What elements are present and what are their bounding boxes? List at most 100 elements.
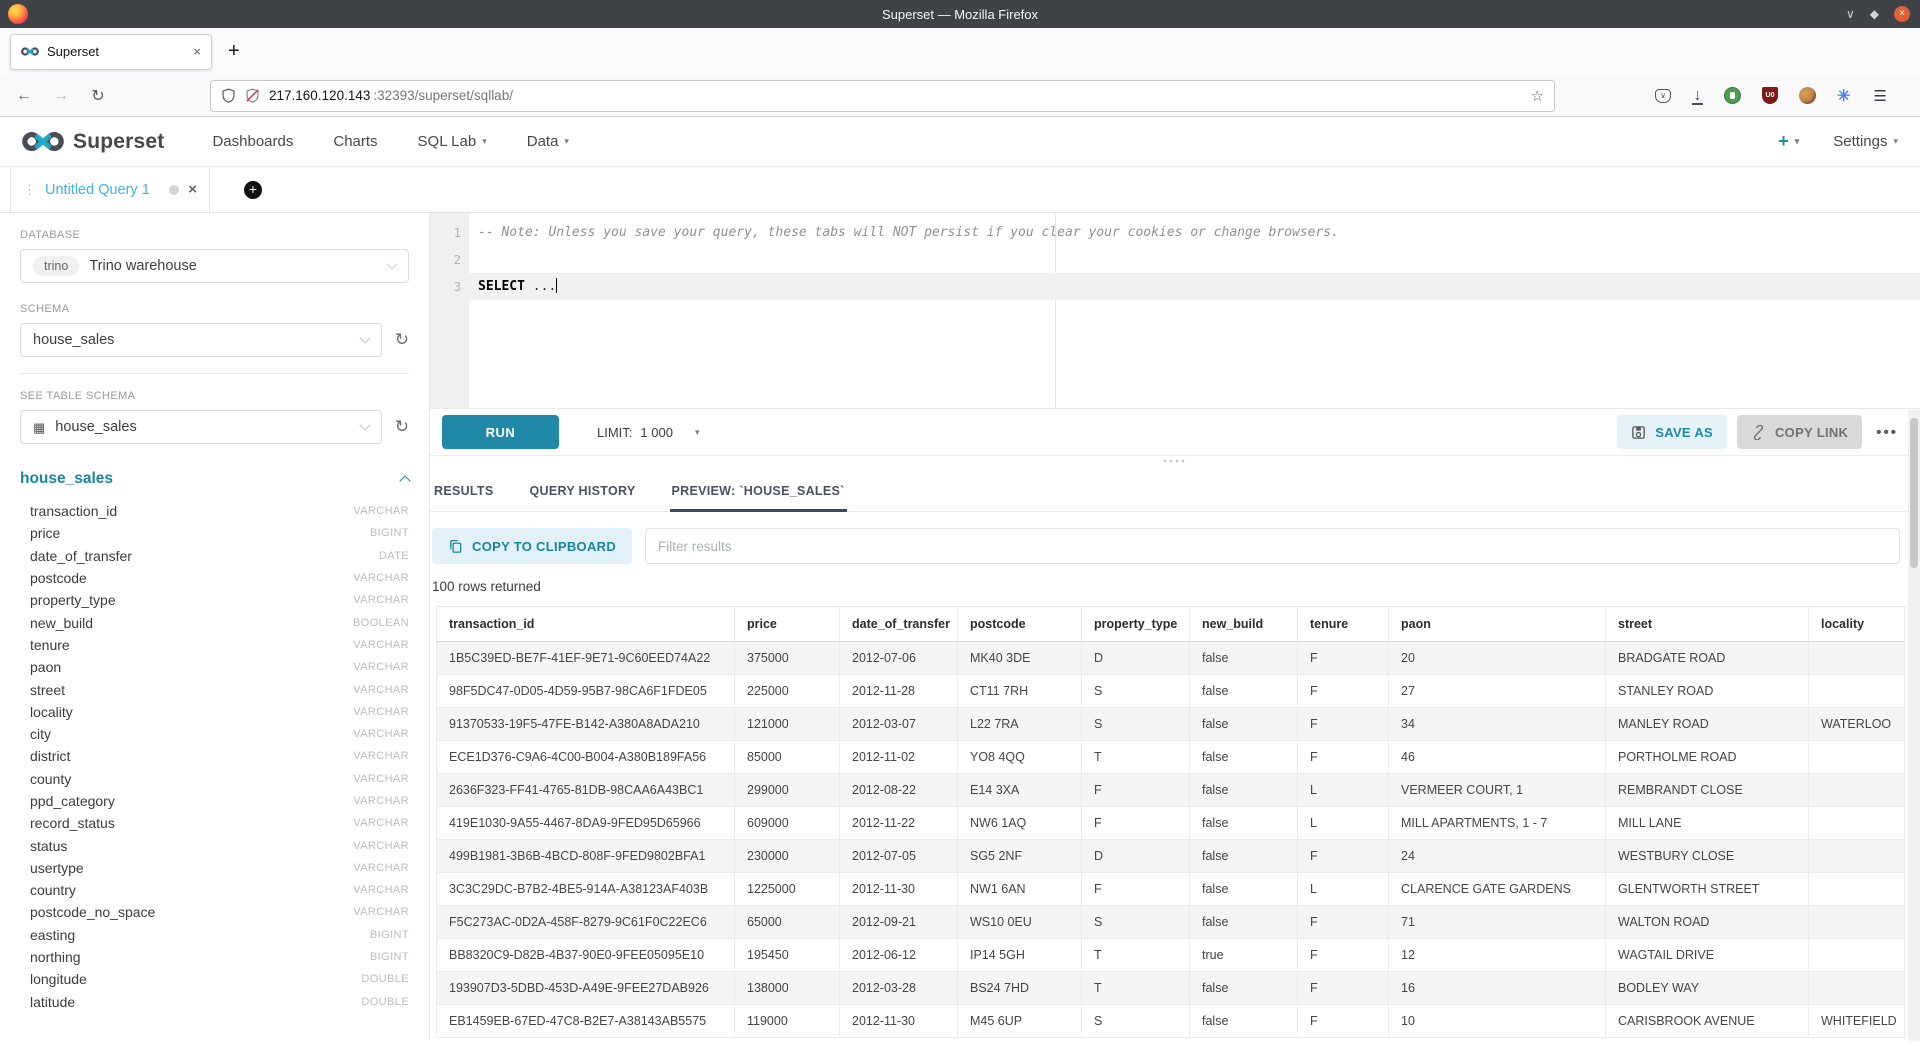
schema-column-type: VARCHAR (353, 684, 409, 696)
schema-column-name: ppd_category (30, 793, 115, 809)
save-as-button[interactable]: SAVE AS (1617, 415, 1727, 449)
database-label: DATABASE (20, 229, 409, 241)
reload-icon[interactable]: ↻ (88, 86, 108, 106)
column-header-tenure[interactable]: tenure (1298, 607, 1389, 642)
schema-column-type: VARCHAR (353, 750, 409, 762)
table-row: 419E1030-9A55-4467-8DA9-9FED95D659666090… (437, 807, 1905, 840)
nav-item-dashboards[interactable]: Dashboards (212, 133, 293, 150)
results-tab-results[interactable]: RESULTS (432, 476, 496, 511)
column-header-locality[interactable]: locality (1809, 607, 1905, 642)
editor-code[interactable]: -- Note: Unless you save your query, the… (469, 219, 1920, 300)
column-header-new_build[interactable]: new_build (1190, 607, 1298, 642)
window-maximize-icon[interactable]: ◆ (1870, 8, 1879, 20)
table-cell: S (1082, 675, 1190, 708)
table-cell: 2012-09-21 (840, 906, 958, 939)
schema-column-row: latitudeDOUBLE (30, 991, 409, 1013)
downloads-icon[interactable]: ↓ (1692, 87, 1703, 105)
nav-item-label: Data (527, 133, 559, 150)
copy-to-clipboard-button[interactable]: COPY TO CLIPBOARD (432, 528, 632, 564)
settings-menu[interactable]: Settings▾ (1833, 133, 1898, 150)
schema-column-name: city (30, 726, 51, 742)
table-cell: 65000 (735, 906, 840, 939)
column-header-property_type[interactable]: property_type (1082, 607, 1190, 642)
table-cell: 24 (1389, 840, 1606, 873)
refresh-schemas-icon[interactable]: ↻ (395, 330, 409, 350)
pane-splitter[interactable] (430, 456, 1920, 468)
column-header-street[interactable]: street (1606, 607, 1809, 642)
schema-column-type: VARCHAR (353, 594, 409, 606)
schema-column-type: VARCHAR (353, 817, 409, 829)
nav-item-data[interactable]: Data▾ (527, 133, 569, 150)
table-row: 91370533-19F5-47FE-B142-A380A8ADA2101210… (437, 708, 1905, 741)
splitter-handle-icon[interactable] (1162, 458, 1188, 465)
chevron-down-icon (359, 332, 370, 343)
more-options-icon[interactable]: ••• (1876, 424, 1898, 441)
extension-asterisk-icon[interactable]: ✳ (1837, 86, 1850, 106)
editor-line-number: 1 (430, 219, 461, 246)
schema-select[interactable]: house_sales (20, 323, 382, 357)
table-row: 98F5DC47-0D05-4D59-95B7-98CA6F1FDE052250… (437, 675, 1905, 708)
results-tab-preview[interactable]: PREVIEW: `HOUSE_SALES` (670, 476, 847, 511)
schema-column-row: tenureVARCHAR (30, 634, 409, 656)
schema-columns: transaction_idVARCHARpriceBIGINTdate_of_… (20, 500, 409, 1013)
filter-results-input[interactable] (645, 528, 1900, 564)
table-cell: CT11 7RH (958, 675, 1082, 708)
bookmark-star-icon[interactable]: ☆ (1531, 87, 1544, 105)
table-schema-title[interactable]: house_sales (20, 470, 113, 488)
add-query-tab-button[interactable]: + (244, 181, 262, 199)
browser-tab-close-icon[interactable]: × (193, 44, 201, 59)
query-tab-close-icon[interactable]: × (188, 181, 197, 198)
schema-column-type: DATE (379, 550, 409, 562)
table-cell: 1225000 (735, 873, 840, 906)
chevron-up-icon[interactable] (399, 475, 410, 486)
pocket-icon[interactable]: ∨ (1655, 89, 1671, 103)
nav-item-sql-lab[interactable]: SQL Lab▾ (418, 133, 487, 150)
new-item-button[interactable]: +▾ (1778, 131, 1799, 152)
table-cell: 2012-11-30 (840, 1005, 958, 1038)
window-close-icon[interactable]: × (1894, 6, 1910, 22)
schema-column-name: latitude (30, 994, 75, 1010)
table-cell: EB1459EB-67ED-47C8-B2E7-A38143AB5575 (437, 1005, 735, 1038)
column-header-price[interactable]: price (735, 607, 840, 642)
table-cell: S (1082, 906, 1190, 939)
table-schema-label: SEE TABLE SCHEMA (20, 390, 409, 402)
schema-column-row: countyVARCHAR (30, 768, 409, 790)
sql-editor[interactable]: 123 -- Note: Unless you save your query,… (430, 213, 1920, 409)
table-cell: 20 (1389, 642, 1606, 675)
scrollbar-thumb[interactable] (1910, 418, 1918, 568)
column-header-date_of_transfer[interactable]: date_of_transfer (840, 607, 958, 642)
column-header-paon[interactable]: paon (1389, 607, 1606, 642)
copy-link-button[interactable]: COPY LINK (1737, 415, 1862, 449)
nav-item-charts[interactable]: Charts (333, 133, 377, 150)
cookie-extension-icon[interactable] (1799, 87, 1816, 104)
vertical-scrollbar[interactable] (1908, 410, 1920, 1041)
back-icon[interactable]: ← (14, 87, 34, 105)
query-tab-active[interactable]: ⋮ Untitled Query 1 × (10, 167, 210, 212)
refresh-tables-icon[interactable]: ↻ (395, 417, 409, 437)
schema-column-name: longitude (30, 971, 87, 987)
schema-column-name: property_type (30, 592, 116, 608)
tracking-protection-off-icon[interactable] (245, 88, 260, 103)
forward-icon[interactable]: → (51, 87, 71, 105)
extension-green-icon[interactable] (1724, 87, 1741, 104)
table-select[interactable]: ▦ house_sales (20, 410, 382, 444)
schema-column-row: longitudeDOUBLE (30, 968, 409, 990)
column-header-postcode[interactable]: postcode (958, 607, 1082, 642)
limit-dropdown[interactable]: LIMIT: 1 000 ▾ (597, 425, 699, 440)
schema-column-name: tenure (30, 637, 70, 653)
column-header-transaction_id[interactable]: transaction_id (437, 607, 735, 642)
menu-icon[interactable]: ☰ (1873, 87, 1886, 105)
database-select[interactable]: trino Trino warehouse (20, 249, 409, 283)
url-bar[interactable]: 217.160.120.143:32393/superset/sqllab/ ☆ (210, 80, 1555, 112)
new-browser-tab-button[interactable]: + (228, 40, 240, 63)
ublock-origin-icon[interactable]: U0 (1762, 87, 1778, 104)
results-tab-query-history[interactable]: QUERY HISTORY (528, 476, 638, 511)
permissions-shield-icon[interactable] (221, 88, 236, 103)
table-cell: 16 (1389, 972, 1606, 1005)
window-chevron-icon[interactable]: ∨ (1846, 8, 1855, 20)
schema-column-row: record_statusVARCHAR (30, 812, 409, 834)
drag-handle-icon[interactable]: ⋮ (23, 182, 36, 198)
superset-logo[interactable]: Superset (22, 130, 164, 154)
run-button[interactable]: RUN (442, 415, 559, 449)
browser-tab-superset[interactable]: Superset × (10, 34, 212, 70)
